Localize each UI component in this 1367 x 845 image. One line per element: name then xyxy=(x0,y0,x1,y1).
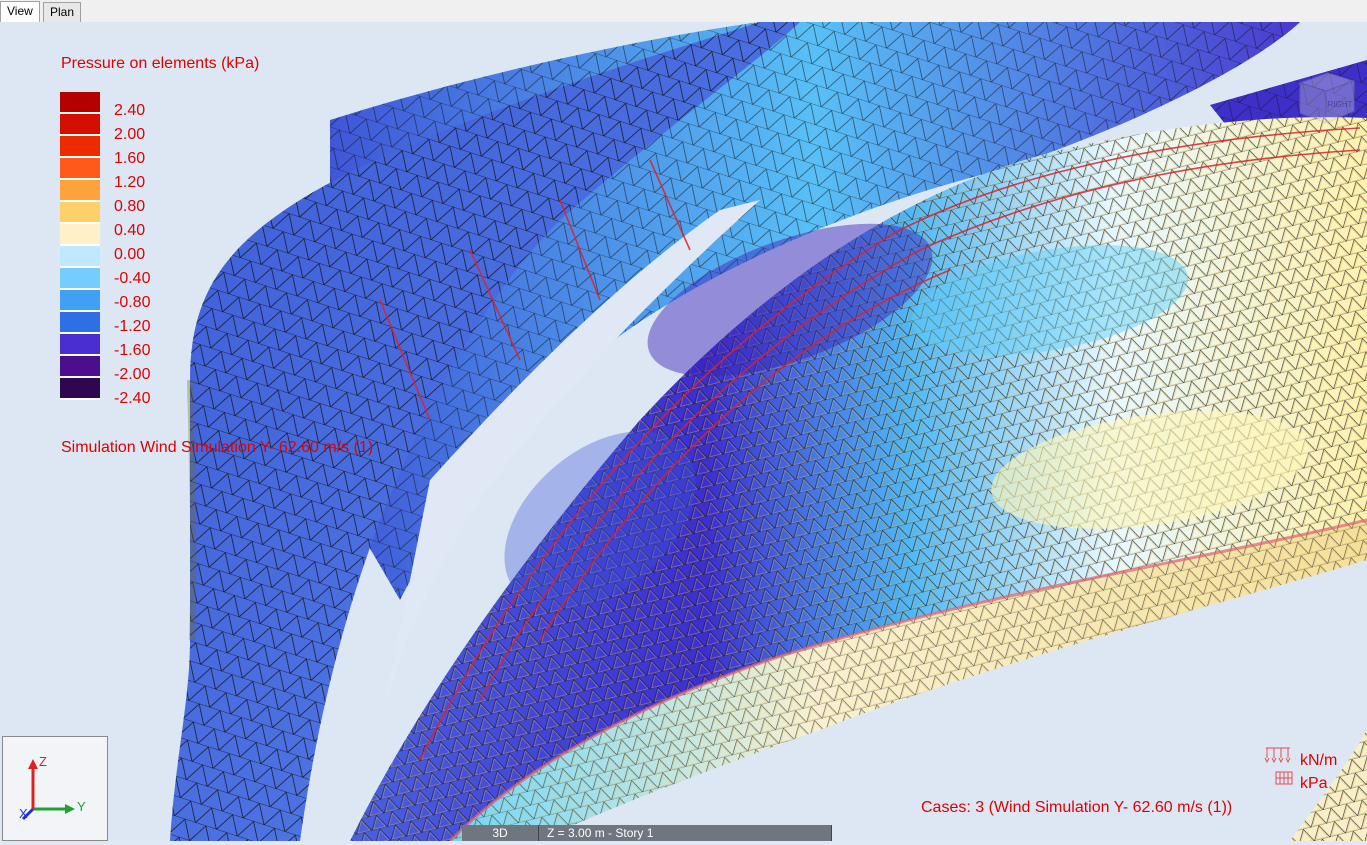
legend-swatch xyxy=(60,180,100,202)
axis-y-label: Y xyxy=(77,799,86,814)
legend-value-label: 0.80 xyxy=(114,198,146,215)
legend-swatch xyxy=(60,136,100,158)
legend-swatch xyxy=(60,114,100,136)
simulation-caption: Simulation Wind Simulation Y- 62.60 m/s … xyxy=(61,439,374,456)
story-level-selector[interactable]: Z = 3.00 m - Story 1 xyxy=(539,825,832,841)
tab-plan[interactable]: Plan xyxy=(43,2,82,22)
view-tab-bar: View Plan xyxy=(0,0,1367,23)
legend-value-label: -0.40 xyxy=(114,270,151,287)
view-mode-indicator[interactable]: 3D xyxy=(462,825,539,841)
legend-value-label: -0.80 xyxy=(114,294,151,311)
viewcube-face-label: RIGHT xyxy=(1328,100,1353,109)
legend-swatch xyxy=(60,246,100,268)
structure-model-render xyxy=(0,22,1367,841)
legend-value-label: -2.00 xyxy=(114,366,151,383)
legend-value-label: 0.00 xyxy=(114,246,146,263)
line-load-icon xyxy=(1264,747,1293,785)
legend-value-label: 1.60 xyxy=(114,150,146,167)
unit-line-load: kN/m xyxy=(1300,752,1338,769)
legend-value-label: 2.00 xyxy=(114,126,146,143)
legend-swatch xyxy=(60,312,100,334)
legend-swatch xyxy=(60,268,100,290)
legend-swatch xyxy=(60,290,100,312)
legend-swatch xyxy=(60,334,100,356)
axis-x-label: X xyxy=(19,806,28,821)
legend-swatch xyxy=(60,356,100,378)
legend-swatch xyxy=(60,224,100,246)
unit-surface-load: kPa xyxy=(1300,775,1328,792)
axis-triad: Z Y X xyxy=(2,736,108,841)
3d-viewport[interactable]: RIGHT xyxy=(0,22,1367,841)
legend-swatch xyxy=(60,202,100,224)
legend-color-scale xyxy=(60,92,100,400)
load-cases-caption: Cases: 3 (Wind Simulation Y- 62.60 m/s (… xyxy=(921,799,1233,816)
legend-swatch xyxy=(60,378,100,400)
legend-value-label: 2.40 xyxy=(114,102,146,119)
legend-title: Pressure on elements (kPa) xyxy=(61,55,260,72)
axis-z-label: Z xyxy=(39,754,47,769)
legend-value-label: -2.40 xyxy=(114,390,151,407)
legend-value-label: -1.20 xyxy=(114,318,151,335)
legend-value-label: 0.40 xyxy=(114,222,146,239)
view-status-bar: 3D Z = 3.00 m - Story 1 xyxy=(462,825,832,841)
view-cube-widget[interactable]: RIGHT xyxy=(1294,67,1358,125)
legend-swatch xyxy=(60,92,100,114)
legend-value-label: -1.60 xyxy=(114,342,151,359)
tab-view[interactable]: View xyxy=(0,1,40,23)
legend-value-label: 1.20 xyxy=(114,174,146,191)
legend-swatch xyxy=(60,158,100,180)
